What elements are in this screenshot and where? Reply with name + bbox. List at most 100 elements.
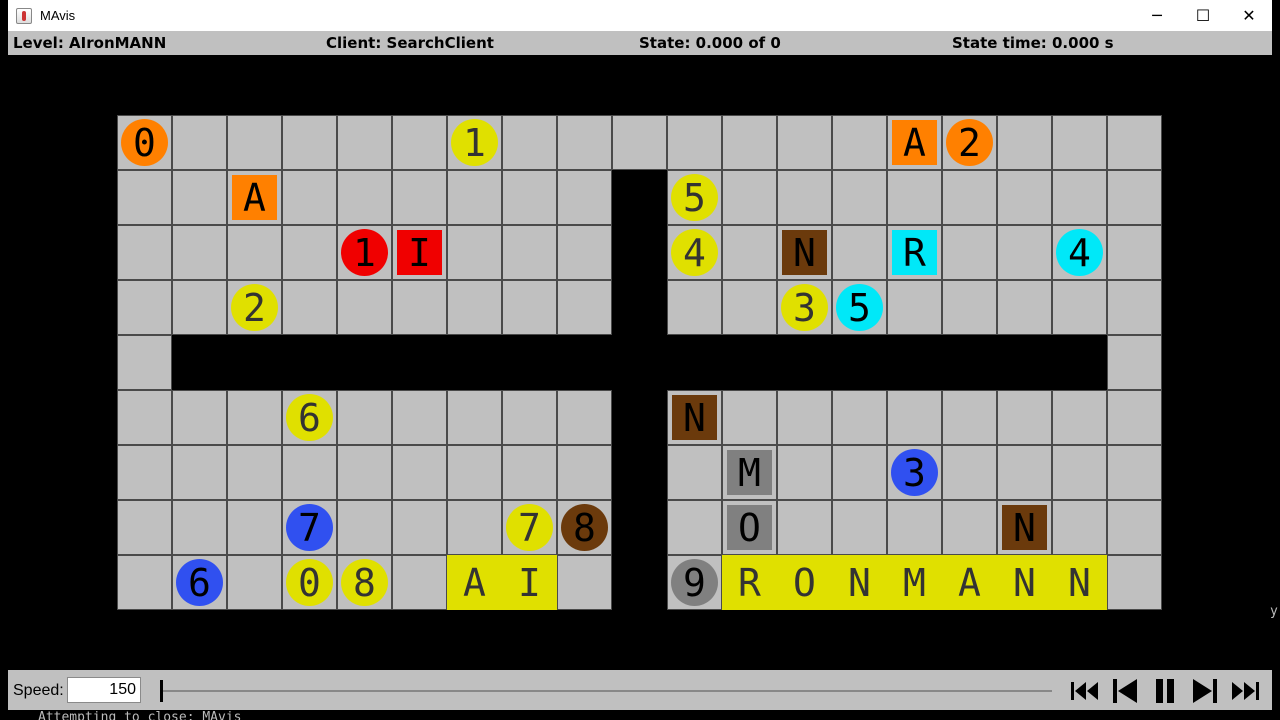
box: N [782,230,827,275]
floor-cell [557,115,612,170]
playback-slider[interactable] [160,680,1052,702]
floor-cell [1052,170,1107,225]
floor-cell [1107,335,1162,390]
floor-cell [117,500,172,555]
slider-track [160,690,1052,692]
floor-cell [887,280,942,335]
step-back-button[interactable] [1108,677,1142,705]
box: M [727,450,772,495]
agent: 0 [286,559,333,606]
box: I [397,230,442,275]
floor-cell [1107,390,1162,445]
title-bar: MAvis ─ ☐ ✕ [8,0,1272,31]
floor-cell [392,500,447,555]
floor-cell [667,280,722,335]
floor-cell [832,390,887,445]
speed-input[interactable]: 150 [67,677,141,703]
floor-cell [832,225,887,280]
goal-cell: I [502,555,557,610]
floor-cell [1107,170,1162,225]
floor-cell [392,280,447,335]
floor-cell [722,225,777,280]
agent: 2 [231,284,278,331]
floor-cell [1107,555,1162,610]
floor-cell [557,390,612,445]
floor-cell [557,280,612,335]
floor-cell [117,445,172,500]
skip-to-end-button[interactable] [1228,677,1262,705]
floor-cell [777,115,832,170]
floor-cell [227,390,282,445]
client-label: Client: SearchClient [326,34,494,52]
floor-cell [392,555,447,610]
floor-cell [117,280,172,335]
agent: 0 [121,119,168,166]
agent: 7 [286,504,333,551]
floor-cell [942,170,997,225]
floor-cell [1107,115,1162,170]
status-bar: Level: AIronMANN Client: SearchClient St… [8,31,1272,55]
goal-cell: A [942,555,997,610]
step-forward-button[interactable] [1188,677,1222,705]
floor-cell [722,170,777,225]
goal-cell: R [722,555,777,610]
box: A [232,175,277,220]
agent: 5 [836,284,883,331]
pause-button[interactable] [1148,677,1182,705]
floor-cell [1107,280,1162,335]
floor-cell [832,170,887,225]
playback-control-bar: Speed: 150 [8,670,1272,710]
floor-cell [557,445,612,500]
close-button[interactable]: ✕ [1226,0,1272,31]
floor-cell [117,225,172,280]
level-board: AIRONMANNAAINRNMON0125144235637786089 [8,55,1272,670]
skip-to-start-icon [1071,682,1098,700]
floor-cell [1107,500,1162,555]
floor-cell [942,445,997,500]
goal-cell: A [447,555,502,610]
goal-cell: O [777,555,832,610]
floor-cell [117,555,172,610]
box: N [672,395,717,440]
floor-cell [117,390,172,445]
floor-cell [502,390,557,445]
minimize-button[interactable]: ─ [1134,0,1180,31]
speed-label: Speed: [13,682,64,699]
floor-cell [172,445,227,500]
box: N [1002,505,1047,550]
floor-cell [227,445,282,500]
floor-cell [337,115,392,170]
floor-cell [282,170,337,225]
agent: 1 [341,229,388,276]
floor-cell [997,225,1052,280]
agent: 7 [506,504,553,551]
floor-cell [557,555,612,610]
floor-cell [942,280,997,335]
state-label: State: 0.000 of 0 [639,34,781,52]
agent: 5 [671,174,718,221]
window-controls: ─ ☐ ✕ [1134,0,1272,31]
floor-cell [832,445,887,500]
floor-cell [667,115,722,170]
floor-cell [942,225,997,280]
floor-cell [227,555,282,610]
maximize-button[interactable]: ☐ [1180,0,1226,31]
agent: 4 [1056,229,1103,276]
floor-cell [777,500,832,555]
skip-to-end-icon [1232,682,1259,700]
floor-cell [117,335,172,390]
agent: 1 [451,119,498,166]
agent: 2 [946,119,993,166]
agent: 3 [781,284,828,331]
goal-cell: N [997,555,1052,610]
floor-cell [1052,115,1107,170]
floor-cell [227,115,282,170]
slider-thumb[interactable] [160,680,163,702]
floor-cell [392,445,447,500]
floor-cell [1052,280,1107,335]
floor-cell [282,225,337,280]
skip-to-start-button[interactable] [1068,677,1102,705]
floor-cell [777,170,832,225]
floor-cell [502,225,557,280]
state-time-label: State time: 0.000 s [952,34,1114,52]
